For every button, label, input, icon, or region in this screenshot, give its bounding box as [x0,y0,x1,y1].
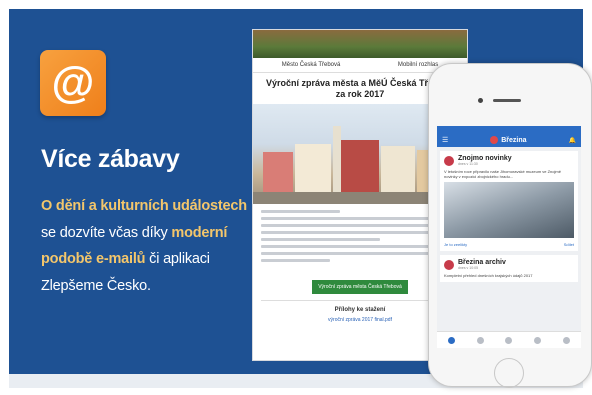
email-header-photo [253,30,467,58]
archive-card-date: dnes v 10:05 [458,266,479,270]
news-card-title: Znojmo novinky [458,155,512,162]
bell-icon: 🔔 [568,137,576,144]
feature-description: O dění a kulturních událostech se dozvít… [41,193,251,299]
app-tab-bar [437,331,581,348]
email-nav-right: Mobilní rozhlas [397,62,439,68]
phone-mockup: ☰ Březina 🔔 Znojmo novinky dnes v 11:30 … [428,63,592,388]
news-card-text: V letošním roce připravilo naše Jihomora… [444,169,561,179]
tab-profile-icon [534,336,542,344]
news-card: Znojmo novinky dnes v 11:30 V letošním r… [440,151,578,251]
tab-list-icon [563,336,571,344]
archive-source-icon [444,259,454,270]
news-card-date: dnes v 11:30 [458,162,478,166]
menu-icon: ☰ [442,137,449,144]
archive-card: Březina archiv dnes v 10:05 Kompletní př… [440,255,578,282]
app-title: Březina [501,136,527,144]
phone-speaker [493,99,521,102]
phone-status-bar [437,126,581,133]
phone-home-button [494,358,524,388]
tab-home-icon [447,336,455,344]
news-source-icon [444,155,454,166]
tab-camera-icon [505,336,513,344]
phone-screen: ☰ Březina 🔔 Znojmo novinky dnes v 11:30 … [437,126,581,348]
email-report-button: Výroční zpráva města Česká Třebová [312,280,408,294]
desc-highlight-1: O dění a kulturních událostech [41,198,247,214]
news-card-action-right: Sdílet [563,242,574,247]
at-sign-icon: @ [40,50,106,116]
town-crest-icon [490,136,499,144]
tab-settings-icon [476,336,484,344]
archive-card-text: Kompletní přehled dnešních krajských úda… [444,273,533,278]
museum-photo [444,182,574,238]
email-nav-left: Město Česká Třebová [281,62,341,68]
feature-heading: Více zábavy [41,145,180,173]
desc-text-1: se dozvíte včas díky [41,224,172,241]
archive-card-title: Březina archiv [458,259,506,266]
phone-camera-icon [478,98,483,103]
app-header: ☰ Březina 🔔 [437,133,581,147]
news-card-action-left: Je to zeelikty [444,242,468,247]
